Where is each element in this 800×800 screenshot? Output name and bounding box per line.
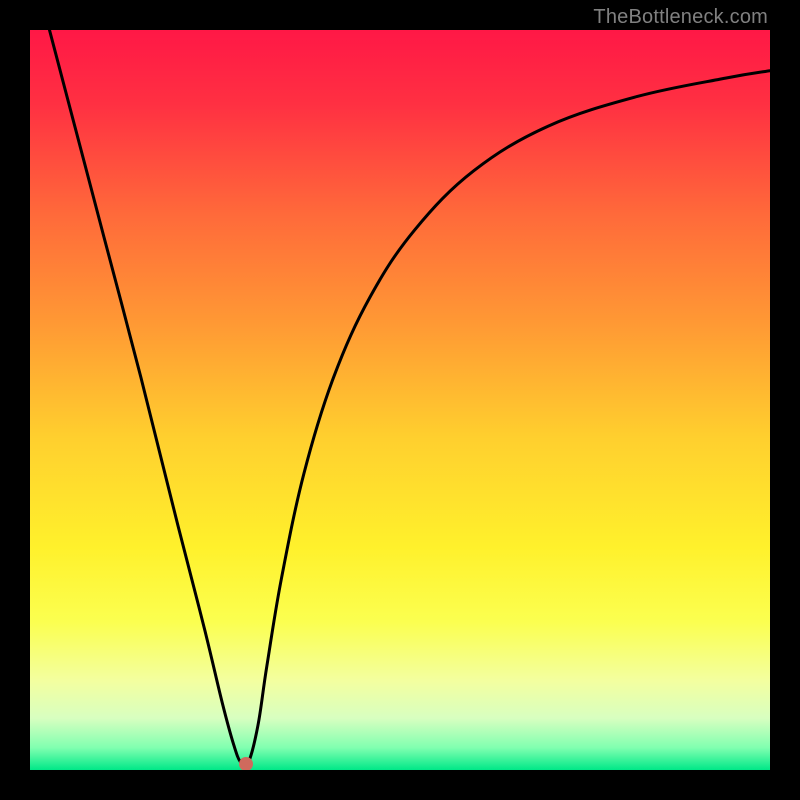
- optimum-marker: [239, 757, 253, 770]
- watermark-text: TheBottleneck.com: [593, 6, 768, 29]
- plot-area: [30, 30, 770, 770]
- chart-frame: TheBottleneck.com: [0, 0, 800, 800]
- bottleneck-curve: [30, 30, 770, 770]
